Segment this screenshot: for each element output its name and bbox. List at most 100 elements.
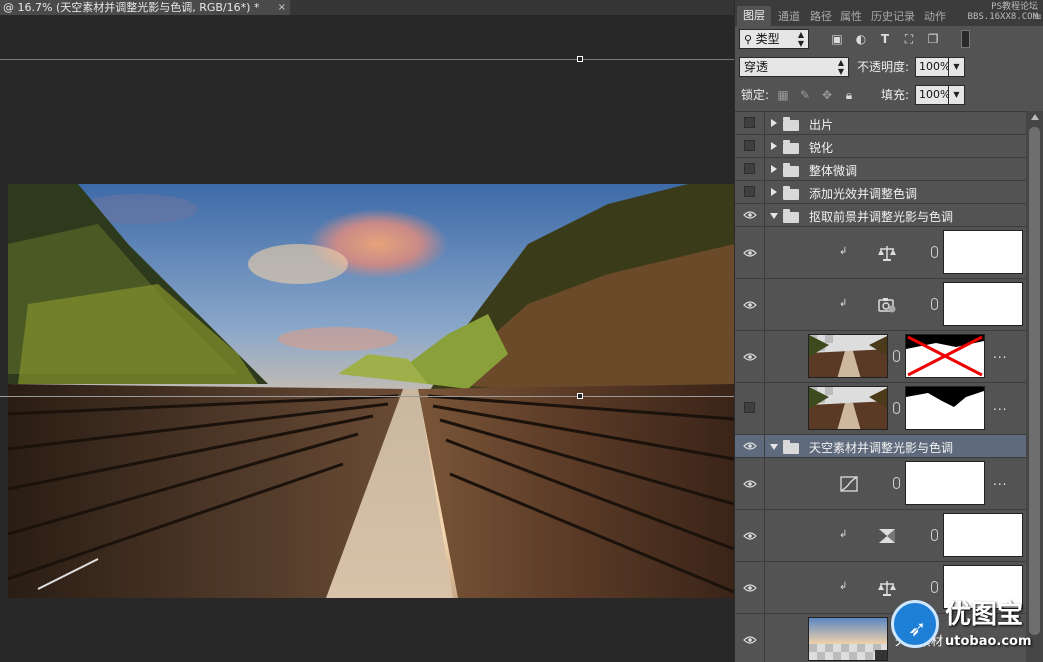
eye-icon[interactable] xyxy=(743,532,757,540)
tab-actions[interactable]: 动作 xyxy=(921,8,949,26)
layer-name[interactable]: 天空素材并调整光影与色调 xyxy=(809,439,953,456)
layer-name[interactable]: 添加光效并调整色调 xyxy=(809,185,917,202)
layer-mask-thumbnail[interactable] xyxy=(905,386,985,430)
mask-link-icon[interactable] xyxy=(893,350,900,362)
mask-link-icon[interactable] xyxy=(893,477,900,489)
eye-icon[interactable] xyxy=(743,353,757,361)
visibility-toggle[interactable] xyxy=(735,112,765,134)
lock-paint-icon[interactable]: ✎ xyxy=(797,87,813,103)
layer-group-sharpen[interactable]: 锐化 xyxy=(735,135,1026,158)
collapse-arrow-icon[interactable] xyxy=(770,444,778,450)
layer-group-light-effect[interactable]: 添加光效并调整色调 xyxy=(735,181,1026,204)
lock-all-icon[interactable]: 🔒︎ xyxy=(841,87,857,103)
visibility-off-icon[interactable] xyxy=(744,117,755,128)
visibility-toggle[interactable] xyxy=(735,510,765,561)
mask-link-icon[interactable] xyxy=(893,402,900,414)
eye-icon[interactable] xyxy=(743,584,757,592)
layer-group-foreground[interactable]: 抠取前景并调整光影与色调 xyxy=(735,204,1026,227)
layer-foreground-image-copy[interactable]: ... xyxy=(735,383,1026,435)
tab-properties[interactable]: 属性 xyxy=(837,8,865,26)
visibility-toggle[interactable] xyxy=(735,279,765,330)
visibility-off-icon[interactable] xyxy=(744,140,755,151)
eye-icon[interactable] xyxy=(743,442,757,450)
transform-handle-mid[interactable] xyxy=(577,393,583,399)
panel-menu-icon[interactable]: ≡ xyxy=(1034,12,1042,23)
adjustment-filter-icon[interactable]: ◐ xyxy=(853,31,869,47)
layer-group-chupian[interactable]: 出片 xyxy=(735,112,1026,135)
tab-paths[interactable]: 路径 xyxy=(807,8,835,26)
image-filter-icon[interactable]: ▣ xyxy=(829,31,845,47)
layer-mask-thumbnail[interactable] xyxy=(943,513,1023,557)
visibility-toggle[interactable] xyxy=(735,331,765,382)
layer-thumbnail[interactable] xyxy=(808,334,888,378)
visibility-off-icon[interactable] xyxy=(744,402,755,413)
eye-icon[interactable] xyxy=(743,211,757,219)
close-document-icon[interactable]: × xyxy=(278,0,286,15)
layers-scrollbar[interactable] xyxy=(1026,111,1043,662)
visibility-toggle[interactable] xyxy=(735,383,765,434)
tab-channels[interactable]: 通道 xyxy=(775,8,803,26)
layers-list[interactable]: 出片 锐化 整体微调 添加光效并调整色调 抠取前景并调整光影与色调 ↲ ↲ ..… xyxy=(735,111,1026,662)
visibility-toggle[interactable] xyxy=(735,204,765,226)
layer-name[interactable]: 抠取前景并调整光影与色调 xyxy=(809,208,953,225)
expand-arrow-icon[interactable] xyxy=(771,165,777,173)
visibility-toggle[interactable] xyxy=(735,227,765,278)
visibility-toggle[interactable] xyxy=(735,614,765,662)
expand-arrow-icon[interactable] xyxy=(771,119,777,127)
type-filter-icon[interactable]: T xyxy=(877,31,893,47)
opacity-input[interactable]: 100% xyxy=(915,57,950,77)
filter-toggle-switch[interactable] xyxy=(961,30,970,48)
visibility-toggle[interactable] xyxy=(735,135,765,157)
expand-arrow-icon[interactable] xyxy=(771,188,777,196)
tab-layers[interactable]: 图层 xyxy=(737,6,771,26)
visibility-off-icon[interactable] xyxy=(744,186,755,197)
shape-filter-icon[interactable]: ⛶ xyxy=(901,31,917,47)
layer-name[interactable]: ... xyxy=(993,474,1007,488)
layer-thumbnail[interactable] xyxy=(808,617,888,661)
transform-handle-top[interactable] xyxy=(577,56,583,62)
layer-name[interactable]: 出片 xyxy=(809,116,833,133)
filter-kind-select[interactable]: ⚲ 类型 ▲ ▼ xyxy=(739,29,809,49)
collapse-arrow-icon[interactable] xyxy=(770,213,778,219)
blend-mode-select[interactable]: 穿透 ▲ ▼ xyxy=(739,57,849,77)
layer-foreground-image[interactable]: ... xyxy=(735,331,1026,383)
mask-link-icon[interactable] xyxy=(931,298,938,310)
mask-link-icon[interactable] xyxy=(931,529,938,541)
layer-color-balance-1[interactable]: ↲ xyxy=(735,227,1026,279)
mask-link-icon[interactable] xyxy=(931,581,938,593)
scroll-up-icon[interactable] xyxy=(1031,114,1039,120)
disabled-mask-thumbnail[interactable] xyxy=(905,334,985,378)
document-tab[interactable]: @ 16.7% (天空素材并调整光影与色调, RGB/16*) * × xyxy=(0,0,290,15)
smart-object-filter-icon[interactable]: ❐ xyxy=(925,31,941,47)
layer-thumbnail[interactable] xyxy=(808,386,888,430)
scrollbar-thumb[interactable] xyxy=(1029,127,1040,635)
layer-mask-thumbnail[interactable] xyxy=(943,230,1023,274)
lock-position-icon[interactable]: ✥ xyxy=(819,87,835,103)
eye-icon[interactable] xyxy=(743,636,757,644)
visibility-toggle[interactable] xyxy=(735,458,765,509)
eye-icon[interactable] xyxy=(743,480,757,488)
layer-gradient-map[interactable]: ↲ xyxy=(735,510,1026,562)
layer-name[interactable]: ... xyxy=(993,347,1007,361)
visibility-off-icon[interactable] xyxy=(744,163,755,174)
eye-icon[interactable] xyxy=(743,249,757,257)
expand-arrow-icon[interactable] xyxy=(771,142,777,150)
layer-name[interactable]: 锐化 xyxy=(809,139,833,156)
mask-link-icon[interactable] xyxy=(931,246,938,258)
fill-input[interactable]: 100% xyxy=(915,85,950,105)
visibility-toggle[interactable] xyxy=(735,181,765,203)
layer-photo-filter[interactable]: ↲ xyxy=(735,279,1026,331)
layer-group-overall-tweak[interactable]: 整体微调 xyxy=(735,158,1026,181)
tab-history[interactable]: 历史记录 xyxy=(867,8,919,26)
visibility-toggle[interactable] xyxy=(735,562,765,613)
layer-mask-thumbnail[interactable] xyxy=(905,461,985,505)
eye-icon[interactable] xyxy=(743,301,757,309)
layer-mask-thumbnail[interactable] xyxy=(943,282,1023,326)
layer-curves[interactable]: ... xyxy=(735,458,1026,510)
opacity-dropdown-icon[interactable]: ▼ xyxy=(949,57,965,77)
layer-name[interactable]: ... xyxy=(993,399,1007,413)
visibility-toggle[interactable] xyxy=(735,158,765,180)
layer-name[interactable]: 整体微调 xyxy=(809,162,857,179)
lock-transparent-icon[interactable]: ▦ xyxy=(775,87,791,103)
visibility-toggle[interactable] xyxy=(735,435,765,457)
